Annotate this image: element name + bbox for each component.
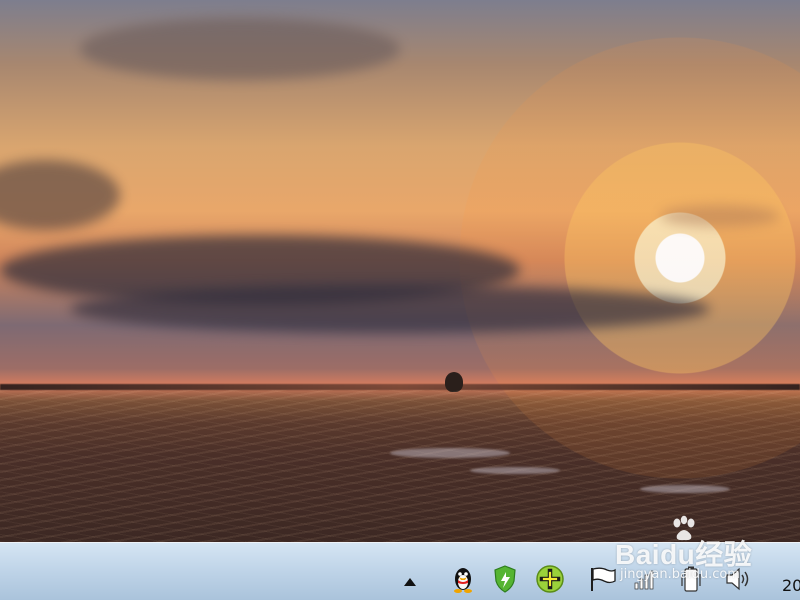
cloud-top bbox=[80, 18, 400, 80]
flag-icon bbox=[587, 565, 617, 597]
water-puddle bbox=[470, 467, 560, 474]
green-shield-icon bbox=[491, 564, 519, 598]
action-center-button[interactable] bbox=[585, 565, 619, 597]
volume-tray-button[interactable] bbox=[721, 565, 755, 597]
system-tray bbox=[390, 543, 800, 600]
signal-bars-icon bbox=[633, 567, 659, 595]
field-texture bbox=[0, 390, 800, 542]
battery-icon bbox=[680, 565, 702, 597]
qq-penguin-icon bbox=[450, 564, 476, 598]
cloud-band-lower bbox=[70, 285, 710, 333]
green-plus-icon bbox=[535, 564, 565, 598]
plugin-tray-button[interactable] bbox=[533, 565, 567, 597]
taskbar-clock[interactable]: 20 bbox=[782, 576, 800, 595]
water-puddle bbox=[390, 448, 510, 458]
triangle-up-icon bbox=[403, 572, 417, 591]
show-hidden-icons-button[interactable] bbox=[398, 565, 422, 597]
water-puddle bbox=[640, 485, 730, 493]
power-tray-button[interactable] bbox=[674, 565, 708, 597]
cloud-left bbox=[0, 160, 120, 230]
desktop-background bbox=[0, 0, 800, 542]
taskbar bbox=[0, 542, 800, 600]
cloud-near-sun bbox=[660, 205, 780, 227]
network-tray-button[interactable] bbox=[629, 565, 663, 597]
distant-tree bbox=[445, 372, 463, 392]
speaker-icon bbox=[724, 566, 752, 596]
qq-tray-button[interactable] bbox=[446, 565, 480, 597]
security-tray-button[interactable] bbox=[488, 565, 522, 597]
